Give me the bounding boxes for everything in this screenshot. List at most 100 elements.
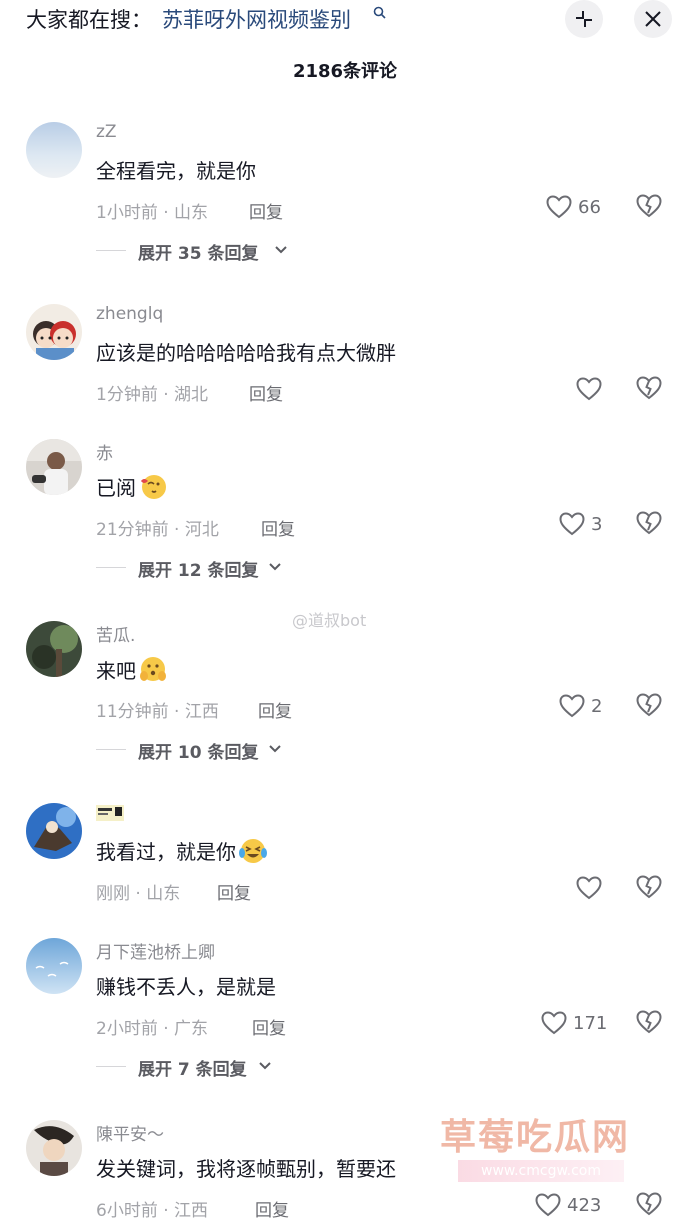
comment-text-content: 来吧 — [96, 659, 136, 683]
like-count: 2 — [591, 696, 603, 717]
site-watermark: 草莓吃瓜网 — [440, 1117, 631, 1158]
heart-icon — [559, 512, 585, 536]
comment-text: 已阅 — [96, 472, 168, 501]
avatar[interactable] — [26, 304, 82, 360]
close-button[interactable] — [634, 0, 672, 38]
username-badge[interactable] — [96, 805, 124, 826]
dislike-button[interactable] — [636, 194, 666, 224]
heart-icon — [541, 1011, 567, 1035]
like-button[interactable]: 2 — [559, 693, 609, 723]
shy-emoji-icon — [140, 657, 166, 681]
broken-heart-icon — [636, 1192, 662, 1216]
chevron-down-icon — [275, 246, 287, 254]
chevron-down-icon — [259, 1062, 271, 1070]
chevron-down-icon — [269, 745, 281, 753]
comment-meta: 1小时前 · 山东 — [96, 203, 209, 223]
collapse-button[interactable] — [565, 0, 603, 38]
comment-meta: 2小时前 · 广东 — [96, 1019, 209, 1039]
reply-button[interactable]: 回复 — [217, 879, 251, 904]
chevron-down-icon — [269, 563, 281, 571]
heart-icon — [535, 1193, 561, 1217]
reply-button[interactable]: 回复 — [261, 515, 295, 540]
reply-button[interactable]: 回复 — [249, 198, 283, 223]
expand-replies-button[interactable]: 展开 10 条回复 — [96, 738, 396, 763]
expand-replies-label: 展开 35 条回复 — [138, 244, 259, 264]
comment-item: zZ 全程看完，就是你 1小时前 · 山东 回复 66 展开 35 条回复 — [0, 122, 690, 272]
avatar[interactable] — [26, 803, 82, 859]
comment-text-content: 我看过，就是你 — [96, 840, 236, 864]
comment-meta: 6小时前 · 江西 — [96, 1201, 209, 1221]
top-bar: 大家都在搜： 苏菲呀外网视频鉴别 — [0, 0, 690, 40]
broken-heart-icon — [636, 376, 662, 400]
expand-replies-label: 展开 10 条回复 — [138, 743, 259, 763]
username[interactable]: 陳平安～ — [96, 1120, 164, 1145]
search-suggestion-link[interactable]: 苏菲呀外网视频鉴别 — [162, 4, 351, 34]
like-button[interactable]: 3 — [559, 511, 609, 541]
dislike-button[interactable] — [636, 1192, 666, 1222]
reply-button[interactable]: 回复 — [255, 1196, 289, 1221]
expand-replies-button[interactable]: 展开 12 条回复 — [96, 556, 396, 581]
collapse-icon — [576, 11, 592, 27]
comment-text-content: 已阅 — [96, 476, 136, 500]
close-icon — [645, 11, 661, 27]
username[interactable]: zZ — [96, 122, 117, 142]
like-count: 3 — [591, 514, 603, 535]
avatar[interactable] — [26, 1120, 82, 1176]
comment-meta: 21分钟前 · 河北 — [96, 520, 219, 540]
reply-button[interactable]: 回复 — [249, 380, 283, 405]
avatar[interactable] — [26, 439, 82, 495]
divider — [96, 250, 126, 251]
username[interactable]: 苦瓜. — [96, 621, 135, 646]
like-button[interactable]: 171 — [541, 1010, 621, 1040]
heart-icon — [546, 195, 572, 219]
like-button[interactable]: 423 — [535, 1192, 615, 1222]
like-button[interactable]: 66 — [546, 194, 616, 224]
like-count: 171 — [573, 1013, 608, 1034]
heart-icon — [576, 876, 602, 900]
expand-replies-button[interactable]: 展开 7 条回复 — [96, 1055, 396, 1080]
comment-text: 应该是的哈哈哈哈哈我有点大微胖 — [96, 341, 396, 365]
username[interactable]: 赤 — [96, 439, 113, 464]
broken-heart-icon — [636, 875, 662, 899]
dislike-button[interactable] — [636, 511, 666, 541]
username[interactable]: 月下莲池桥上卿 — [96, 938, 215, 963]
like-button[interactable] — [576, 376, 606, 406]
expand-replies-label: 展开 12 条回复 — [138, 561, 259, 581]
expand-replies-label: 展开 7 条回复 — [138, 1060, 247, 1080]
avatar[interactable] — [26, 938, 82, 994]
expand-replies-button[interactable]: 展开 35 条回复 — [96, 239, 396, 264]
search-icon[interactable] — [373, 6, 386, 19]
site-url-watermark: www.cmcgw.com — [458, 1160, 624, 1182]
comment-item: zhenglq 应该是的哈哈哈哈哈我有点大微胖 1分钟前 · 湖北 回复 — [0, 304, 690, 414]
comment-count-title: 2186条评论 — [292, 61, 398, 82]
comment-meta: 11分钟前 · 江西 — [96, 702, 219, 722]
dislike-button[interactable] — [636, 1010, 666, 1040]
divider — [96, 749, 126, 750]
heart-icon — [576, 377, 602, 401]
comment-text: 全程看完，就是你 — [96, 159, 256, 183]
avatar[interactable] — [26, 621, 82, 677]
dislike-button[interactable] — [636, 693, 666, 723]
reply-button[interactable]: 回复 — [258, 697, 292, 722]
comment-text: 发关键词，我将逐帧甄别，暂要还 — [96, 1157, 396, 1181]
divider — [96, 1066, 126, 1067]
laugh-cry-emoji-icon — [239, 839, 267, 863]
heart-icon — [559, 694, 585, 718]
divider — [96, 567, 126, 568]
comment-item: 月下莲池桥上卿 赚钱不丢人，是就是 2小时前 · 广东 回复 171 展开 7 … — [0, 938, 690, 1088]
dislike-button[interactable] — [636, 376, 666, 406]
like-button[interactable] — [576, 875, 606, 905]
reply-button[interactable]: 回复 — [252, 1014, 286, 1039]
dislike-button[interactable] — [636, 875, 666, 905]
comment-item: 苦瓜. 来吧 11分钟前 · 江西 回复 2 展开 10 条回复 — [0, 621, 690, 771]
broken-heart-icon — [636, 693, 662, 717]
comment-text: 我看过，就是你 — [96, 836, 268, 865]
broken-heart-icon — [636, 1010, 662, 1034]
like-count: 423 — [567, 1195, 602, 1216]
like-count: 66 — [578, 197, 601, 218]
comment-text: 赚钱不丢人，是就是 — [96, 975, 276, 999]
comment-meta: 刚刚 · 山东 — [96, 884, 181, 904]
avatar[interactable] — [26, 122, 82, 178]
username[interactable]: zhenglq — [96, 304, 163, 324]
comment-text: 来吧 — [96, 654, 168, 684]
